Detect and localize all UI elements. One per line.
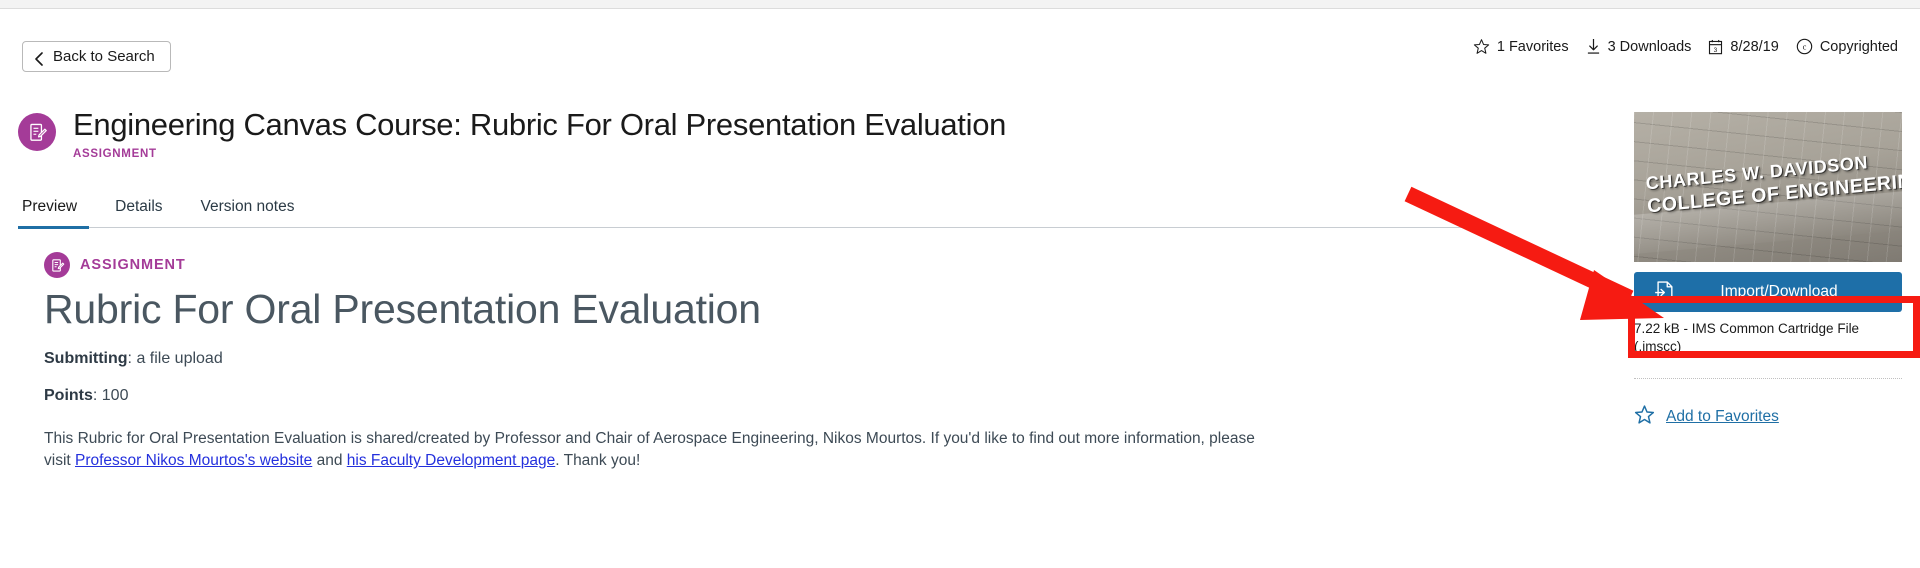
description-text-mid: and (312, 452, 347, 470)
tab-version-notes[interactable]: Version notes (189, 198, 307, 227)
preview-type-row: ASSIGNMENT (44, 252, 1259, 278)
meta-favorites-label: 1 Favorites (1496, 38, 1569, 55)
meta-date-label: 8/28/19 (1730, 38, 1779, 55)
resource-tabs: Preview Details Version notes (18, 188, 1488, 229)
preview-submitting-value: : a file upload (127, 349, 223, 367)
resource-sidebar: CHARLES W. DAVIDSON COLLEGE OF ENGINEERI… (1634, 112, 1902, 430)
import-download-button[interactable]: Import/Download (1634, 272, 1902, 312)
file-import-icon (1654, 281, 1675, 303)
page-title: Engineering Canvas Course: Rubric For Or… (73, 107, 1007, 142)
assignment-icon (44, 252, 70, 278)
resource-thumbnail: CHARLES W. DAVIDSON COLLEGE OF ENGINEERI… (1634, 112, 1902, 262)
link-faculty-development-page[interactable]: his Faculty Development page (347, 452, 556, 469)
add-to-favorites-button[interactable]: Add to Favorites (1634, 404, 1902, 430)
meta-date: 3 8/28/19 (1708, 38, 1779, 55)
add-to-favorites-label: Add to Favorites (1666, 407, 1779, 425)
preview-points-row: Points: 100 (44, 385, 1259, 407)
preview-description: This Rubric for Oral Presentation Evalua… (44, 428, 1259, 472)
star-icon (1634, 404, 1655, 430)
preview-heading: Rubric For Oral Presentation Evaluation (44, 286, 761, 332)
star-icon (1473, 38, 1490, 55)
back-to-search-button[interactable]: Back to Search (22, 41, 171, 72)
resource-title-block: Engineering Canvas Course: Rubric For Or… (18, 107, 1007, 160)
back-to-search-label: Back to Search (53, 48, 155, 65)
file-meta-text: 7.22 kB - IMS Common Cartridge File (.im… (1634, 321, 1860, 354)
calendar-icon: 3 (1708, 39, 1723, 55)
page-root: Back to Search 1 Favorites 3 Downloads 3… (0, 0, 1920, 568)
assignment-icon (18, 113, 56, 151)
sidebar-divider (1634, 377, 1902, 379)
resource-type-label: ASSIGNMENT (73, 147, 157, 160)
svg-text:3: 3 (1714, 46, 1718, 53)
meta-downloads-label: 3 Downloads (1607, 38, 1692, 55)
meta-copyright-label: Copyrighted (1819, 38, 1898, 55)
tab-details[interactable]: Details (103, 198, 174, 227)
link-professor-website[interactable]: Professor Nikos Mourtos's website (75, 452, 312, 469)
meta-favorites: 1 Favorites (1473, 38, 1569, 55)
copyright-icon: c (1796, 38, 1813, 55)
tab-preview[interactable]: Preview (18, 198, 90, 229)
description-text-post: . Thank you! (555, 452, 641, 470)
preview-submitting-row: Submitting: a file upload (44, 348, 1259, 370)
resource-meta-row: 1 Favorites 3 Downloads 3 8/28/19 c Copy… (1473, 38, 1898, 55)
preview-points-value: : 100 (92, 386, 129, 404)
preview-points-label: Points (44, 386, 93, 404)
chevron-left-icon (34, 51, 44, 66)
meta-copyright: c Copyrighted (1796, 38, 1898, 55)
preview-type-label: ASSIGNMENT (80, 257, 186, 273)
preview-submitting-label: Submitting (44, 349, 128, 367)
svg-text:c: c (1802, 42, 1806, 52)
browser-chrome-strip (0, 0, 1920, 9)
meta-downloads: 3 Downloads (1586, 38, 1692, 55)
download-icon (1586, 38, 1601, 55)
preview-panel: ASSIGNMENT Rubric For Oral Presentation … (44, 252, 1259, 472)
